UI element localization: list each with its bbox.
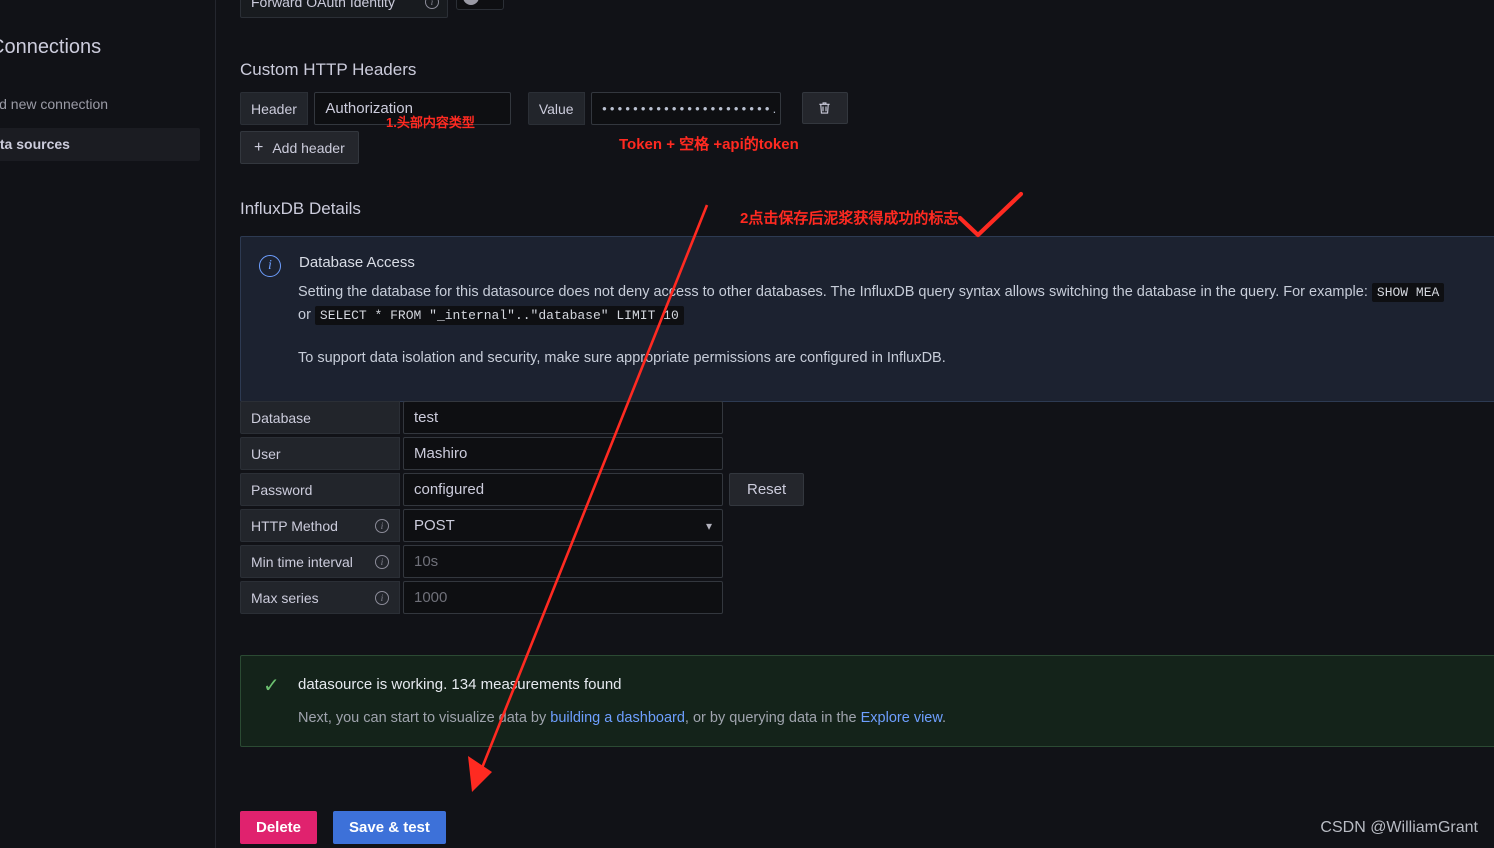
database-label-text: Database <box>251 409 311 426</box>
reset-password-button[interactable]: Reset <box>729 473 805 506</box>
sidebar-item-data-sources-label: Data sources <box>0 136 70 152</box>
sidebar: ▶ Connections Add new connection Data so… <box>0 0 216 848</box>
help-circle-icon[interactable]: i <box>375 590 389 605</box>
forward-oauth-identity-label: Forward OAuth Identity i <box>240 0 448 18</box>
http-method-value: POST <box>414 517 455 534</box>
chevron-down-icon: ▾ <box>705 518 712 533</box>
delete-button[interactable]: Delete <box>240 811 318 844</box>
watermark: CSDN @WilliamGrant <box>1320 819 1478 836</box>
annotation-note-2: Token + 空格 +api的token <box>619 136 799 153</box>
help-circle-icon[interactable]: i <box>375 554 389 569</box>
building-a-dashboard-link[interactable]: building a dashboard <box>550 710 685 726</box>
alert-code-2: SELECT * FROM "_internal".."database" LI… <box>314 306 684 325</box>
plus-icon: + <box>254 138 264 156</box>
database-label: Database <box>240 401 400 434</box>
annotation-note-1: 1.头部内容类型 <box>386 115 475 130</box>
http-method-label-text: HTTP Method <box>251 517 338 534</box>
custom-http-headers-title: Custom HTTP Headers <box>240 60 417 79</box>
custom-header-row: Header Value ••••••••••••••••••••••... <box>240 92 848 125</box>
save-and-test-button[interactable]: Save & test <box>333 811 446 844</box>
annotation-note-3: 2点击保存后泥浆获得成功的标志 <box>740 210 959 227</box>
status-text-after: . <box>942 710 947 726</box>
database-access-title: Database Access <box>299 254 415 271</box>
explore-view-link[interactable]: Explore view <box>861 710 942 726</box>
header-key-label: Header <box>240 92 308 125</box>
info-circle-icon: i <box>259 255 281 277</box>
check-icon: ✓ <box>263 675 280 697</box>
datasource-status-title: datasource is working. 134 measurements … <box>298 676 622 693</box>
alert-code-1: SHOW MEA <box>1371 283 1445 302</box>
max-series-label-text: Max series <box>251 589 319 606</box>
help-circle-icon[interactable]: i <box>375 518 389 533</box>
http-method-select[interactable]: POST ▾ <box>403 509 723 542</box>
forward-oauth-identity-toggle[interactable] <box>456 0 504 10</box>
max-series-input[interactable] <box>403 581 723 614</box>
password-input[interactable] <box>403 473 723 506</box>
user-label: User <box>240 437 400 470</box>
datasource-status-alert: ✓ datasource is working. 134 measurement… <box>240 655 1494 747</box>
alert-text-b: or <box>298 307 315 323</box>
forward-oauth-identity-text: Forward OAuth Identity <box>251 0 395 10</box>
status-text-before: Next, you can start to visualize data by <box>298 710 551 726</box>
add-header-label: Add header <box>272 139 345 156</box>
database-access-paragraph-1: Setting the database for this datasource… <box>298 281 1494 327</box>
min-time-interval-input[interactable] <box>403 545 723 578</box>
password-label: Password <box>240 473 400 506</box>
database-access-alert: i Database Access Setting the database f… <box>240 236 1494 402</box>
influxdb-details-title: InfluxDB Details <box>240 199 361 218</box>
user-input[interactable] <box>403 437 723 470</box>
trash-icon[interactable] <box>801 92 848 124</box>
sidebar-item-add-new-connection[interactable]: Add new connection <box>0 96 108 112</box>
add-header-button[interactable]: + Add header <box>240 131 359 164</box>
header-value-input[interactable]: ••••••••••••••••••••••... <box>591 92 782 125</box>
help-circle-icon[interactable]: i <box>425 0 439 9</box>
min-time-interval-label: Min time interval i <box>240 545 400 578</box>
page-root: ▶ Connections Add new connection Data so… <box>0 0 1494 848</box>
sidebar-title: Connections <box>0 36 102 58</box>
status-text-middle: , or by querying data in the <box>684 710 861 726</box>
user-label-text: User <box>251 445 281 462</box>
max-series-label: Max series i <box>240 581 400 614</box>
min-time-interval-label-text: Min time interval <box>251 553 353 570</box>
database-input[interactable] <box>403 401 723 434</box>
alert-text-a: Setting the database for this datasource… <box>298 284 1372 300</box>
database-access-paragraph-2: To support data isolation and security, … <box>298 350 946 366</box>
datasource-status-subtitle: Next, you can start to visualize data by… <box>298 710 946 726</box>
password-label-text: Password <box>251 481 313 498</box>
header-value-label: Value <box>527 92 585 125</box>
toggle-knob <box>463 0 479 5</box>
http-method-label: HTTP Method i <box>240 509 400 542</box>
